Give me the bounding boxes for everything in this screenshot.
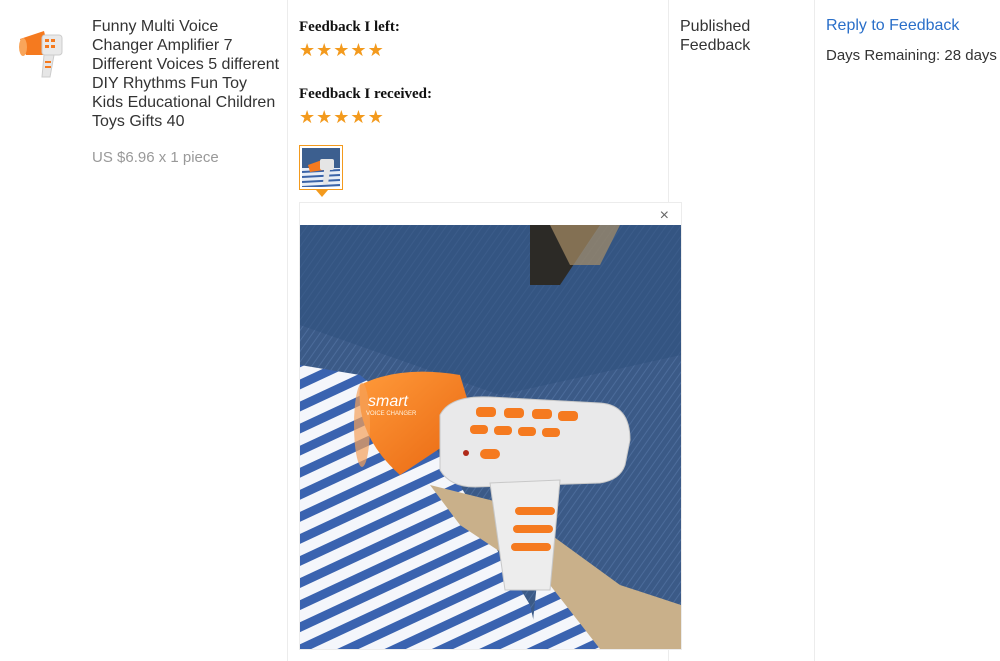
toy-brand-subtext: VOICE CHANGER: [366, 411, 417, 417]
product-price: US $6.96 x 1 piece: [92, 149, 219, 166]
star-icon: ★: [316, 40, 333, 60]
voice-changer-megaphone-icon: [19, 31, 63, 78]
voice-changer-photo: smart VOICE CHANGER: [300, 225, 681, 649]
feedback-received-stars: ★ ★ ★ ★ ★: [299, 108, 384, 126]
feedback-left-stars: ★ ★ ★ ★ ★: [299, 41, 384, 59]
product-thumbnail[interactable]: [18, 25, 68, 79]
star-icon: ★: [333, 107, 350, 127]
feedback-status: Published Feedback: [680, 18, 751, 54]
feedback-received-label: Feedback I received:: [299, 86, 433, 102]
reply-to-feedback-link[interactable]: Reply to Feedback: [826, 17, 959, 35]
days-remaining: Days Remaining: 28 days: [826, 47, 997, 64]
star-icon: ★: [316, 107, 333, 127]
star-icon: ★: [367, 107, 384, 127]
close-icon[interactable]: ×: [660, 207, 669, 225]
feedback-left-label: Feedback I left:: [299, 19, 400, 35]
star-icon: ★: [367, 40, 384, 60]
toy-brand-text: smart: [368, 393, 409, 410]
column-divider: [814, 0, 815, 661]
product-title[interactable]: Funny Multi Voice Changer Amplifier 7 Di…: [92, 17, 282, 131]
review-photo-thumbnail[interactable]: [299, 145, 343, 190]
thumbnail-caret: [316, 190, 328, 197]
star-icon: ★: [350, 40, 367, 60]
review-photo: smart VOICE CHANGER: [300, 225, 681, 649]
star-icon: ★: [333, 40, 350, 60]
star-icon: ★: [299, 107, 316, 127]
column-divider: [287, 0, 288, 661]
star-icon: ★: [350, 107, 367, 127]
review-photo-popup: × smart VOICE CHANGER: [299, 202, 682, 650]
review-photo-preview-icon: [302, 148, 340, 187]
star-icon: ★: [299, 40, 316, 60]
